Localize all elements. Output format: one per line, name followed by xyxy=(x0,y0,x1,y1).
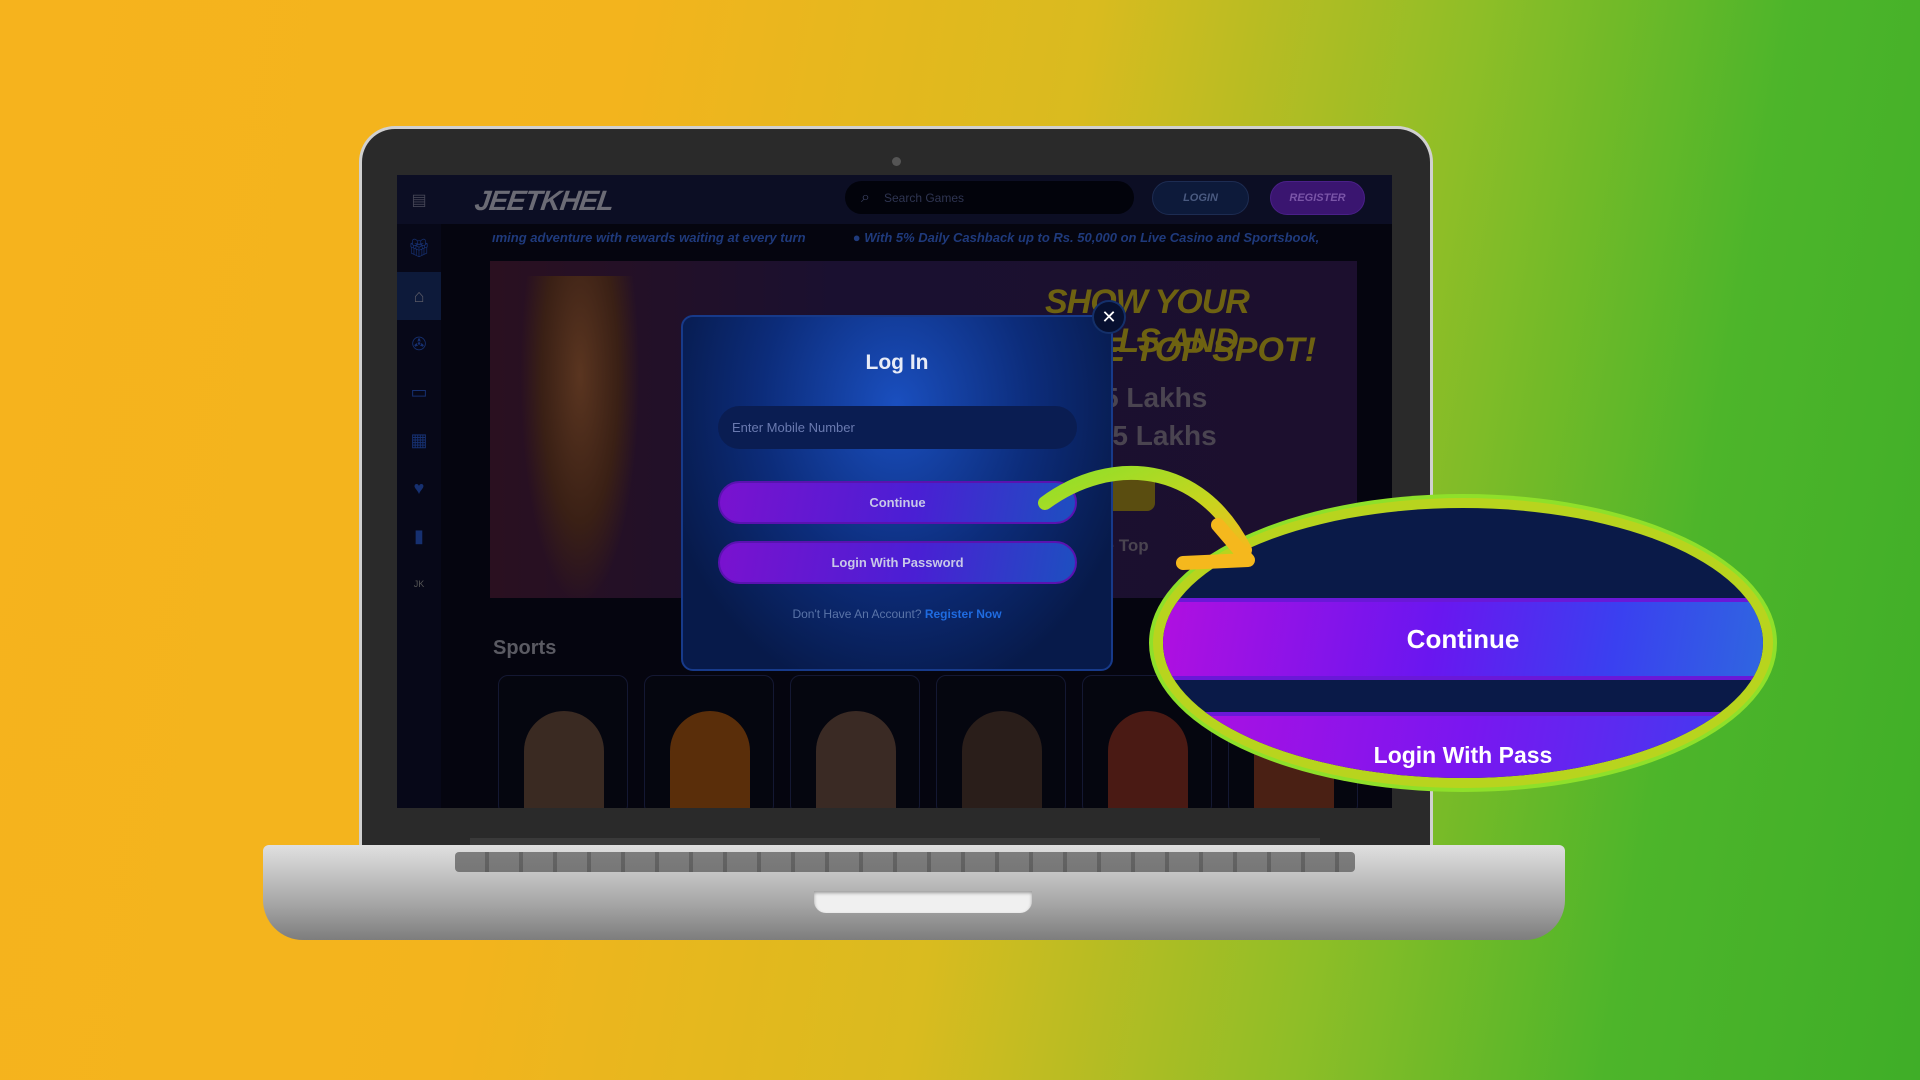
zoom-callout: Continue Login With Pass xyxy=(1163,508,1763,778)
sport-card-tennis[interactable] xyxy=(790,675,920,808)
register-button[interactable]: REGISTER xyxy=(1270,181,1365,215)
card-icon[interactable]: ♥ xyxy=(397,464,441,512)
home-icon[interactable]: ⌂ xyxy=(397,272,441,320)
sport-card-football[interactable] xyxy=(644,675,774,808)
sport-card-basketball[interactable] xyxy=(936,675,1066,808)
no-account-text: Don't Have An Account? xyxy=(792,607,922,621)
sport-card-cricket[interactable] xyxy=(498,675,628,808)
site-logo[interactable]: JEETKHEL xyxy=(473,185,616,217)
laptop-notch xyxy=(814,891,1032,913)
sports-heading: Sports xyxy=(493,637,557,659)
modal-title: Log In xyxy=(865,351,929,374)
login-modal: ✕ Log In Continue Login With Password Do… xyxy=(681,300,1126,671)
film-reel-icon[interactable]: ✇ xyxy=(397,320,441,368)
close-icon[interactable]: ✕ xyxy=(1092,300,1126,334)
promo-ticker: ıming adventure with rewards waiting at … xyxy=(492,230,1392,245)
site-header: ▤ JEETKHEL ⌕ Search Games LOGIN REGISTER xyxy=(397,175,1392,224)
search-placeholder: Search Games xyxy=(883,190,965,205)
ticker-text-2: ● With 5% Daily Cashback up to Rs. 50,00… xyxy=(852,230,1320,245)
login-with-password-button[interactable]: Login With Password xyxy=(718,541,1077,584)
gift-icon[interactable]: 🎁︎ xyxy=(397,224,441,272)
register-now-link[interactable]: Register Now xyxy=(925,607,1002,621)
callout-login-password-button: Login With Pass xyxy=(1163,712,1763,778)
callout-continue-button: Continue xyxy=(1163,598,1763,680)
ticker-text-1: ıming adventure with rewards waiting at … xyxy=(492,230,806,245)
mobile-number-input[interactable] xyxy=(718,406,1077,449)
tv-icon[interactable]: ▭ xyxy=(397,368,441,416)
slot-machine-icon[interactable]: ▦ xyxy=(397,416,441,464)
banner-model-image xyxy=(520,276,640,598)
menu-toggle-icon[interactable]: ▤ xyxy=(397,175,441,224)
register-prompt: Don't Have An Account? Register Now xyxy=(683,607,1111,621)
search-input[interactable]: ⌕ Search Games xyxy=(845,181,1134,214)
sidebar: 🎁︎ ⌂ ✇ ▭ ▦ ♥ ▮ JK xyxy=(397,224,441,808)
jeetkhel-logo-icon[interactable]: JK xyxy=(397,560,441,608)
leaderboard-icon[interactable]: ▮ xyxy=(397,512,441,560)
search-icon: ⌕ xyxy=(861,188,870,206)
webcam xyxy=(892,157,901,166)
continue-button[interactable]: Continue xyxy=(718,481,1077,524)
keyboard xyxy=(455,852,1355,872)
login-button[interactable]: LOGIN xyxy=(1152,181,1249,215)
